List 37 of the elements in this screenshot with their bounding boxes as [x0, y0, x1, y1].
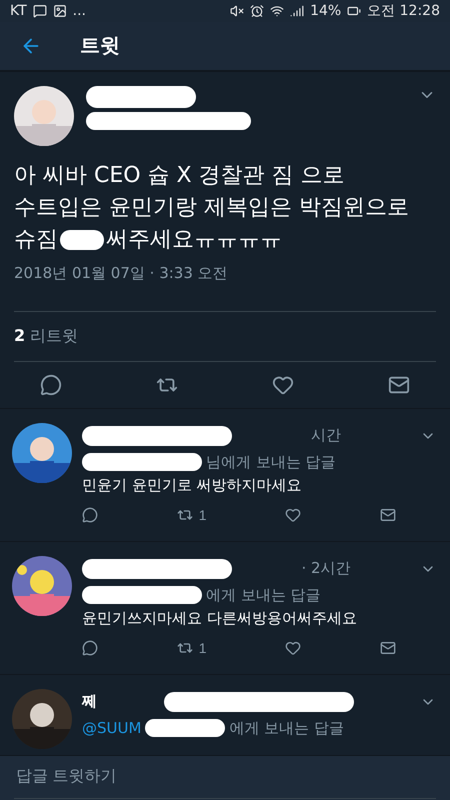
signal-icon [290, 4, 304, 18]
retweet-button[interactable]: 1 [176, 506, 207, 523]
battery-percent: 14% [310, 3, 342, 20]
reply-to-label: 에게 보내는 답글 [229, 718, 344, 738]
carrier-label: KT [10, 3, 27, 20]
reply-text: 윤민기쓰지마세요 다른써방용어써주세요 [82, 608, 358, 628]
chat-icon [32, 4, 47, 18]
reply-icon[interactable] [82, 640, 98, 656]
clock: 오전 12:28 [367, 2, 440, 20]
reply-time: 시간 [311, 426, 341, 446]
like-icon[interactable] [285, 506, 302, 523]
reply-icon[interactable] [82, 506, 98, 523]
reply-icon[interactable] [40, 374, 62, 396]
like-icon[interactable] [285, 640, 302, 656]
mute-icon [230, 4, 244, 18]
redaction-mark [60, 230, 104, 250]
tweet-text: 아 씨바 CEO 슙 X 경찰관 짐 으로 [14, 162, 345, 188]
tweet-text: 써주세요ㅠㅠㅠㅠ [106, 226, 282, 252]
reply-to-label: 에게 보내는 답글 [206, 586, 321, 605]
retweet-button[interactable]: 1 [176, 640, 207, 656]
reply-to-label: 님에게 보내는 답글 [206, 452, 336, 472]
reply-text: 민윤기 윤민기로 써방하지마세요 [82, 476, 303, 495]
alarm-icon [250, 4, 264, 18]
like-icon[interactable] [272, 374, 294, 396]
tweet-timestamp: 2018년 01월 07일 · 3:33 오전 [14, 264, 229, 283]
tweet-text: 수트입은 윤민기랑 제복입은 박짐윈으로 [14, 194, 409, 220]
wifi-icon [270, 4, 284, 18]
mail-icon[interactable] [380, 506, 396, 523]
tweet-text: 슈짐 [14, 226, 58, 252]
reply-handle[interactable]: @SUUM [82, 719, 142, 738]
image-icon [52, 4, 67, 18]
page-title: 트윗 [80, 32, 120, 60]
reply-author: 쩨 [82, 692, 97, 712]
mail-icon[interactable] [380, 640, 396, 656]
retweet-count[interactable]: 2 리트윗 [14, 326, 78, 345]
reply-time: · 2시간 [301, 559, 351, 578]
more-notifications: ... [72, 3, 86, 20]
